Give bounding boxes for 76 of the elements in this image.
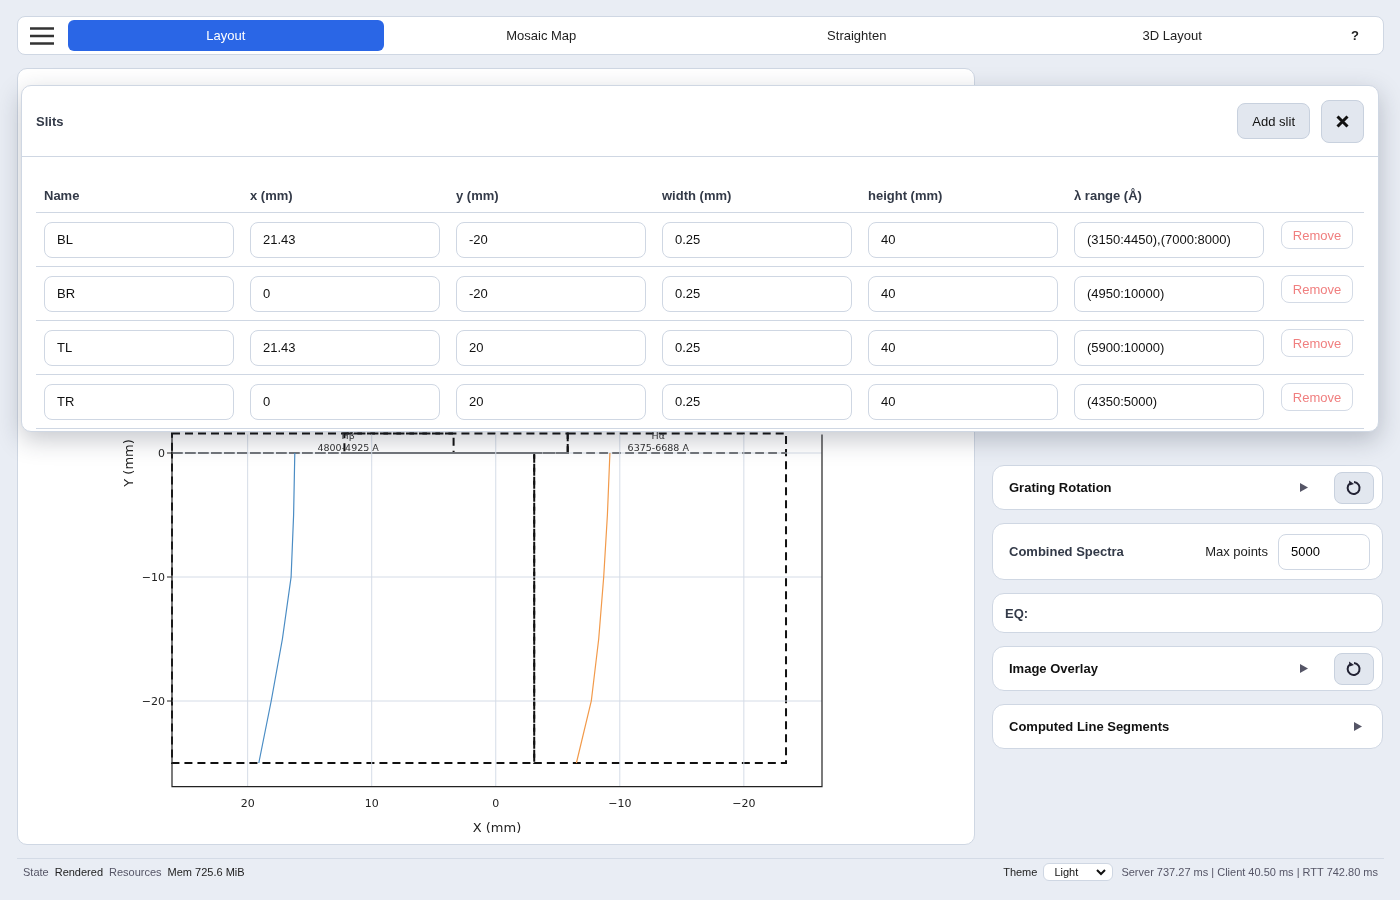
x-tick-label: 0 — [492, 796, 500, 810]
y-tick-label: −10 — [141, 571, 165, 584]
reset-button[interactable] — [1334, 471, 1374, 504]
section-title[interactable]: Computed Line Segments — [1009, 719, 1170, 734]
x-tick-label: 10 — [364, 796, 379, 810]
table-input[interactable]: -20 — [456, 275, 646, 312]
table-input[interactable]: 0.25 — [662, 329, 852, 366]
table-input[interactable]: 20 — [456, 329, 646, 366]
resources-label: Resources — [109, 866, 162, 878]
table-input[interactable]: 0.25 — [662, 383, 852, 420]
chevron-icon — [1096, 868, 1107, 876]
column-header: Name — [44, 188, 81, 203]
nav-tab[interactable]: Straighten — [699, 20, 1015, 51]
column-header: width (mm) — [662, 188, 733, 203]
nav-tab[interactable]: Layout — [68, 20, 384, 51]
column-header: y (mm) — [456, 188, 500, 203]
table-input[interactable]: (4950:10000) — [1074, 275, 1264, 312]
table-input[interactable]: (3150:4450),(7000:8000) — [1074, 221, 1264, 258]
tick-mark — [166, 700, 173, 702]
close-icon — [1336, 114, 1349, 128]
y-tick-label: 0 — [158, 447, 165, 460]
caret-icon[interactable] — [1300, 664, 1308, 673]
section-title: Combined Spectra — [1009, 544, 1124, 559]
table-input[interactable]: 40 — [868, 221, 1058, 258]
table-input[interactable]: 40 — [868, 383, 1058, 420]
reset-icon — [1346, 660, 1362, 677]
field-label: Max points — [1205, 544, 1268, 559]
table-input[interactable]: 40 — [868, 275, 1058, 312]
help-button[interactable]: ? — [1330, 27, 1380, 44]
x-tick-label: −10 — [608, 796, 632, 810]
caret-icon[interactable] — [1300, 483, 1308, 492]
table-input[interactable]: 20 — [456, 383, 646, 420]
table-input[interactable]: 21.43 — [250, 329, 440, 366]
x-tick-label: −20 — [732, 796, 756, 810]
table-input[interactable]: 0 — [250, 275, 440, 312]
y-axis-title: Y (mm) — [121, 439, 136, 487]
theme-select[interactable]: Light — [1043, 863, 1114, 881]
table-input[interactable]: 21.43 — [250, 221, 440, 258]
table-input[interactable]: 40 — [868, 329, 1058, 366]
menu-icon[interactable] — [30, 26, 54, 45]
table-input[interactable]: -20 — [456, 221, 646, 258]
eq-label: EQ: — [1005, 605, 1029, 621]
reset-icon — [1346, 479, 1362, 496]
nav-tab[interactable]: 3D Layout — [1014, 20, 1330, 51]
table-input[interactable]: BR — [44, 275, 234, 312]
y-tick-label: −20 — [141, 695, 165, 708]
column-header: x (mm) — [250, 188, 294, 203]
section-title[interactable]: Image Overlay — [1009, 661, 1098, 676]
close-button[interactable] — [1321, 99, 1364, 143]
table-input[interactable]: 0.25 — [662, 221, 852, 258]
section-title[interactable]: Grating Rotation — [1009, 480, 1112, 495]
table-input[interactable]: 0.25 — [662, 275, 852, 312]
add-slit-button[interactable]: Add slit — [1237, 103, 1310, 139]
x-tick-label: 20 — [240, 796, 255, 810]
column-header: height (mm) — [868, 188, 944, 203]
table-input[interactable]: BL — [44, 221, 234, 258]
tick-mark — [166, 452, 173, 454]
theme-label: Theme — [1003, 866, 1038, 878]
table-input[interactable]: TL — [44, 329, 234, 366]
nav-tab[interactable]: Mosaic Map — [383, 20, 699, 51]
dialog-title: Slits — [36, 113, 64, 129]
line-label: 6375-6688 A — [627, 442, 689, 453]
reset-button[interactable] — [1334, 652, 1374, 685]
table-input[interactable]: 0 — [250, 383, 440, 420]
caret-icon[interactable] — [1354, 722, 1362, 731]
timing-info: Server 737.27 ms | Client 40.50 ms | RTT 742.80 ms — [1121, 866, 1378, 878]
tick-mark — [166, 576, 173, 578]
x-axis-title: X (mm) — [472, 819, 522, 835]
state-label: State — [23, 866, 49, 878]
table-input[interactable]: TR — [44, 383, 234, 420]
memory-value: Mem 725.6 MiB — [167, 866, 245, 878]
table-input[interactable]: (5900:10000) — [1074, 329, 1264, 366]
table-input[interactable]: (4350:5000) — [1074, 383, 1264, 420]
max-points-field[interactable]: 5000 — [1278, 533, 1370, 570]
state-value: Rendered — [54, 866, 103, 878]
column-header: λ range (Å) — [1074, 188, 1143, 203]
